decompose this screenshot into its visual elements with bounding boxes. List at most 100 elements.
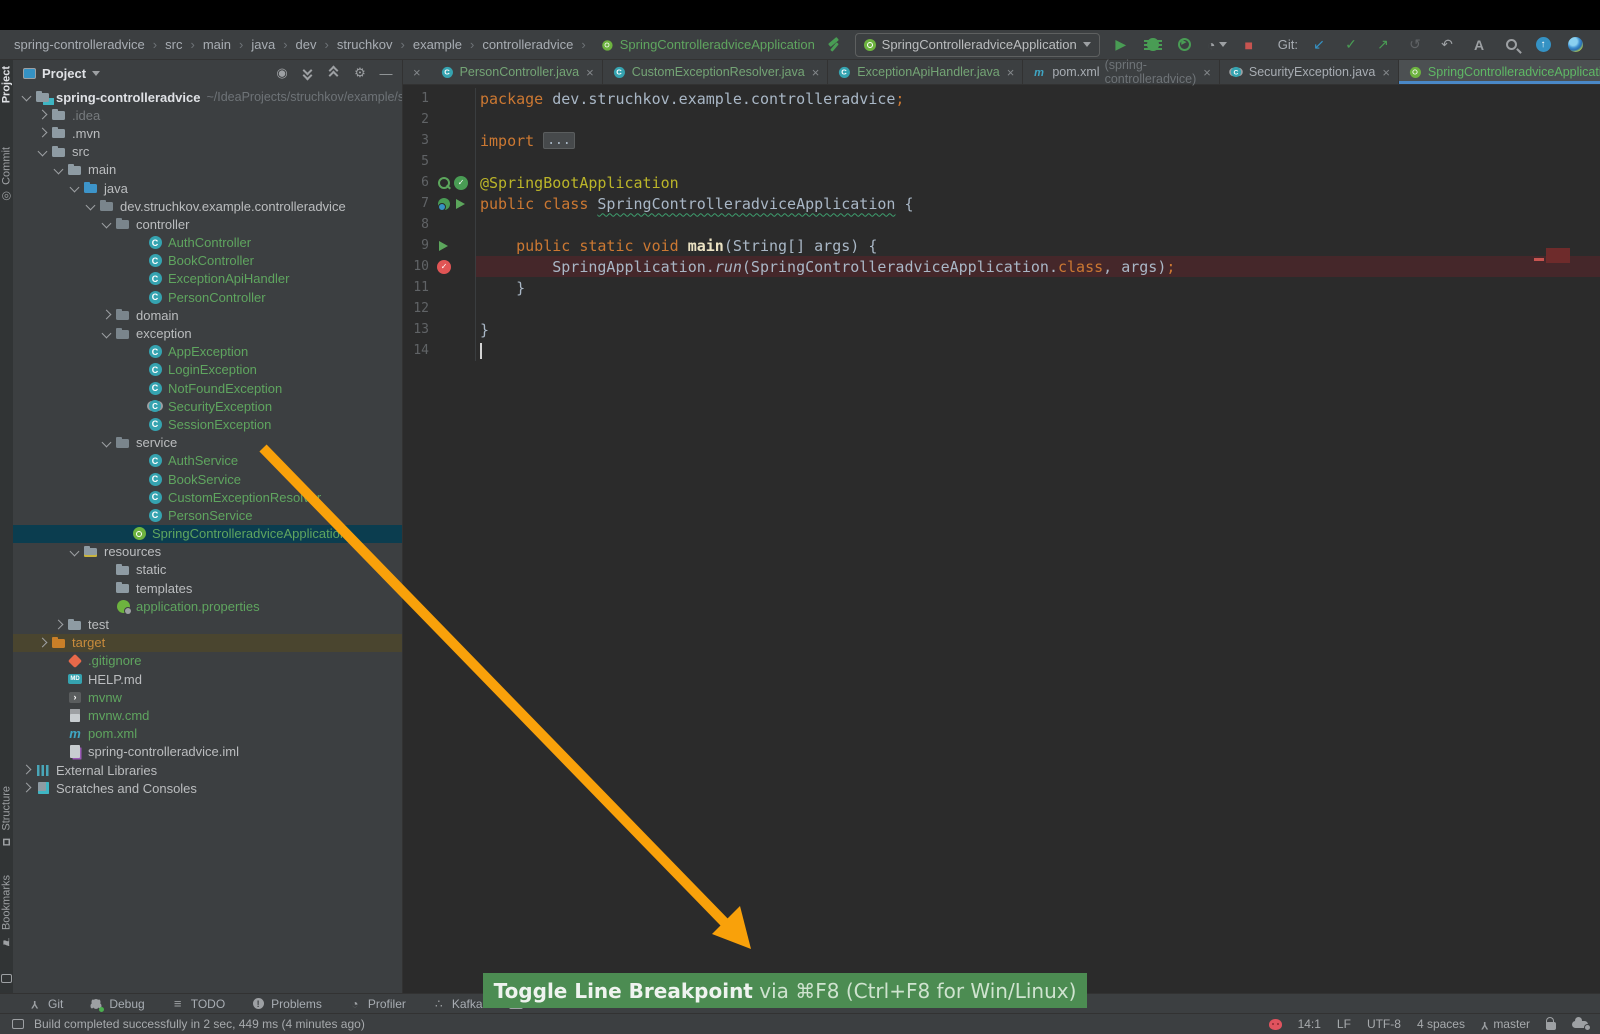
editor-line[interactable]: 2 (403, 109, 1600, 130)
tree-row[interactable]: .gitignore (13, 652, 402, 670)
tree-row[interactable]: dev.struchkov.example.controlleradvice (13, 197, 402, 215)
tree-row[interactable]: target (13, 634, 402, 652)
breadcrumb-item[interactable]: main (186, 37, 235, 52)
git-commit-button[interactable]: ✓ (1340, 34, 1362, 56)
git-push-button[interactable]: ↗ (1372, 34, 1394, 56)
tree-row[interactable]: mvnw.cmd (13, 706, 402, 724)
tree-row[interactable]: mvnw (13, 688, 402, 706)
tool-window-button[interactable]: Git (28, 997, 63, 1011)
tree-row[interactable]: SessionException (13, 415, 402, 433)
locate-file-icon[interactable]: ◉ (272, 65, 292, 81)
stop-button[interactable]: ■ (1238, 34, 1260, 56)
line-number[interactable]: 5 (403, 154, 435, 169)
tool-window-button[interactable]: Problems (251, 997, 322, 1011)
tree-row[interactable]: templates (13, 579, 402, 597)
coverage-button[interactable] (1174, 34, 1196, 56)
tree-row[interactable]: domain (13, 306, 402, 324)
line-number[interactable]: 11 (403, 280, 435, 295)
editor-line[interactable]: 11 } (403, 277, 1600, 298)
breadcrumb-item[interactable]: dev (279, 37, 320, 52)
build-hammer-icon[interactable] (823, 34, 845, 56)
editor-line[interactable]: 8 (403, 214, 1600, 235)
editor-line[interactable]: 1 package dev.struchkov.example.controll… (403, 88, 1600, 109)
editor-tab[interactable]: PersonController.java (431, 60, 603, 84)
editor-tab[interactable]: ExceptionApiHandler.java (828, 60, 1023, 84)
gutter-icon[interactable] (437, 260, 451, 274)
tree-row[interactable]: main (13, 161, 402, 179)
breadcrumb-item[interactable]: controlleradvice (466, 37, 577, 52)
line-separator[interactable]: LF (1337, 1017, 1351, 1031)
indent-setting[interactable]: 4 spaces (1417, 1017, 1465, 1031)
editor-line[interactable]: 14 (403, 340, 1600, 361)
close-tab-icon[interactable] (584, 65, 594, 80)
run-button[interactable]: ▶ (1110, 34, 1132, 56)
line-number[interactable]: 3 (403, 133, 435, 148)
tree-row[interactable]: LoginException (13, 361, 402, 379)
tree-row[interactable]: NotFoundException (13, 379, 402, 397)
line-number[interactable]: 7 (403, 196, 435, 211)
plugin-status-icon[interactable] (1269, 1019, 1282, 1030)
line-number[interactable]: 9 (403, 238, 435, 253)
translate-button[interactable]: A (1468, 34, 1490, 56)
overflow-tab-close-icon[interactable] (403, 60, 431, 84)
tree-row[interactable]: spring-controlleradvice ~/IdeaProjects/s… (13, 88, 402, 106)
breadcrumb-item[interactable]: src (149, 37, 187, 52)
tree-row[interactable]: PersonController (13, 288, 402, 306)
gutter-icon[interactable] (437, 176, 451, 190)
close-tab-icon[interactable] (1005, 65, 1015, 80)
tree-row[interactable]: spring-controlleradvice.iml (13, 743, 402, 761)
tree-row[interactable]: resources (13, 543, 402, 561)
line-number[interactable]: 1 (403, 91, 435, 106)
tree-row[interactable]: ExceptionApiHandler (13, 270, 402, 288)
tool-window-button[interactable]: Structure (0, 786, 13, 849)
tree-row[interactable]: SpringControlleradviceApplication (13, 525, 402, 543)
tree-row[interactable]: SecurityException (13, 397, 402, 415)
lock-icon[interactable] (1546, 1022, 1556, 1030)
close-tab-icon[interactable] (1201, 65, 1211, 80)
tree-row[interactable]: Scratches and Consoles (13, 779, 402, 797)
tree-row[interactable]: AppException (13, 343, 402, 361)
editor-line[interactable]: 5 (403, 151, 1600, 172)
tree-row[interactable]: static (13, 561, 402, 579)
gutter-icon[interactable] (437, 239, 451, 253)
tree-row[interactable]: External Libraries (13, 761, 402, 779)
settings-gear-icon[interactable]: ⚙ (350, 65, 370, 81)
rollback-button[interactable]: ↶ (1436, 34, 1458, 56)
collapse-all-icon[interactable] (324, 66, 344, 81)
line-number[interactable]: 6 (403, 175, 435, 190)
editor-line[interactable]: 13 } (403, 319, 1600, 340)
tool-window-button[interactable]: Project (0, 66, 13, 121)
tool-window-button[interactable]: Debug (89, 997, 144, 1011)
editor-line[interactable]: 9 public static void main(String[] args)… (403, 235, 1600, 256)
tool-window-button[interactable]: Bookmarks (0, 875, 13, 948)
tree-row[interactable]: src (13, 143, 402, 161)
editor-tab[interactable]: CustomExceptionResolver.java (603, 60, 829, 84)
code-editor[interactable]: ✓ 1 package dev.struchkov.exam (403, 85, 1600, 993)
tree-row[interactable]: controller (13, 215, 402, 233)
caret-position[interactable]: 14:1 (1298, 1017, 1321, 1031)
tree-row[interactable]: service (13, 434, 402, 452)
tree-row[interactable]: exception (13, 324, 402, 342)
tree-row[interactable]: pom.xml (13, 725, 402, 743)
editor-line[interactable]: 3 import ... (403, 130, 1600, 151)
close-tab-icon[interactable] (1380, 65, 1390, 80)
editor-line[interactable]: 12 (403, 298, 1600, 319)
tool-window-switcher-icon[interactable] (12, 1019, 24, 1029)
tool-window-button[interactable]: Commit (0, 147, 13, 203)
status-message[interactable]: Build completed successfully in 2 sec, 4… (34, 1017, 365, 1031)
tree-row[interactable]: AuthController (13, 234, 402, 252)
tree-row[interactable]: java (13, 179, 402, 197)
profiler-button[interactable]: ◔ (1206, 34, 1228, 56)
git-update-button[interactable]: ↙ (1308, 34, 1330, 56)
breadcrumb-item[interactable]: example (397, 37, 466, 52)
file-encoding[interactable]: UTF-8 (1367, 1017, 1401, 1031)
window-switcher-icon[interactable] (1, 974, 12, 983)
update-available-icon[interactable]: ↑ (1532, 34, 1554, 56)
search-everywhere-button[interactable] (1500, 34, 1522, 56)
line-number[interactable]: 2 (403, 112, 435, 127)
settings-sync-cloud-icon[interactable] (1572, 1021, 1588, 1028)
tree-row[interactable]: BookService (13, 470, 402, 488)
line-number[interactable]: 12 (403, 301, 435, 316)
editor-tab[interactable]: SpringControlleradviceApplication.java (1399, 60, 1600, 84)
line-number[interactable]: 14 (403, 343, 435, 358)
